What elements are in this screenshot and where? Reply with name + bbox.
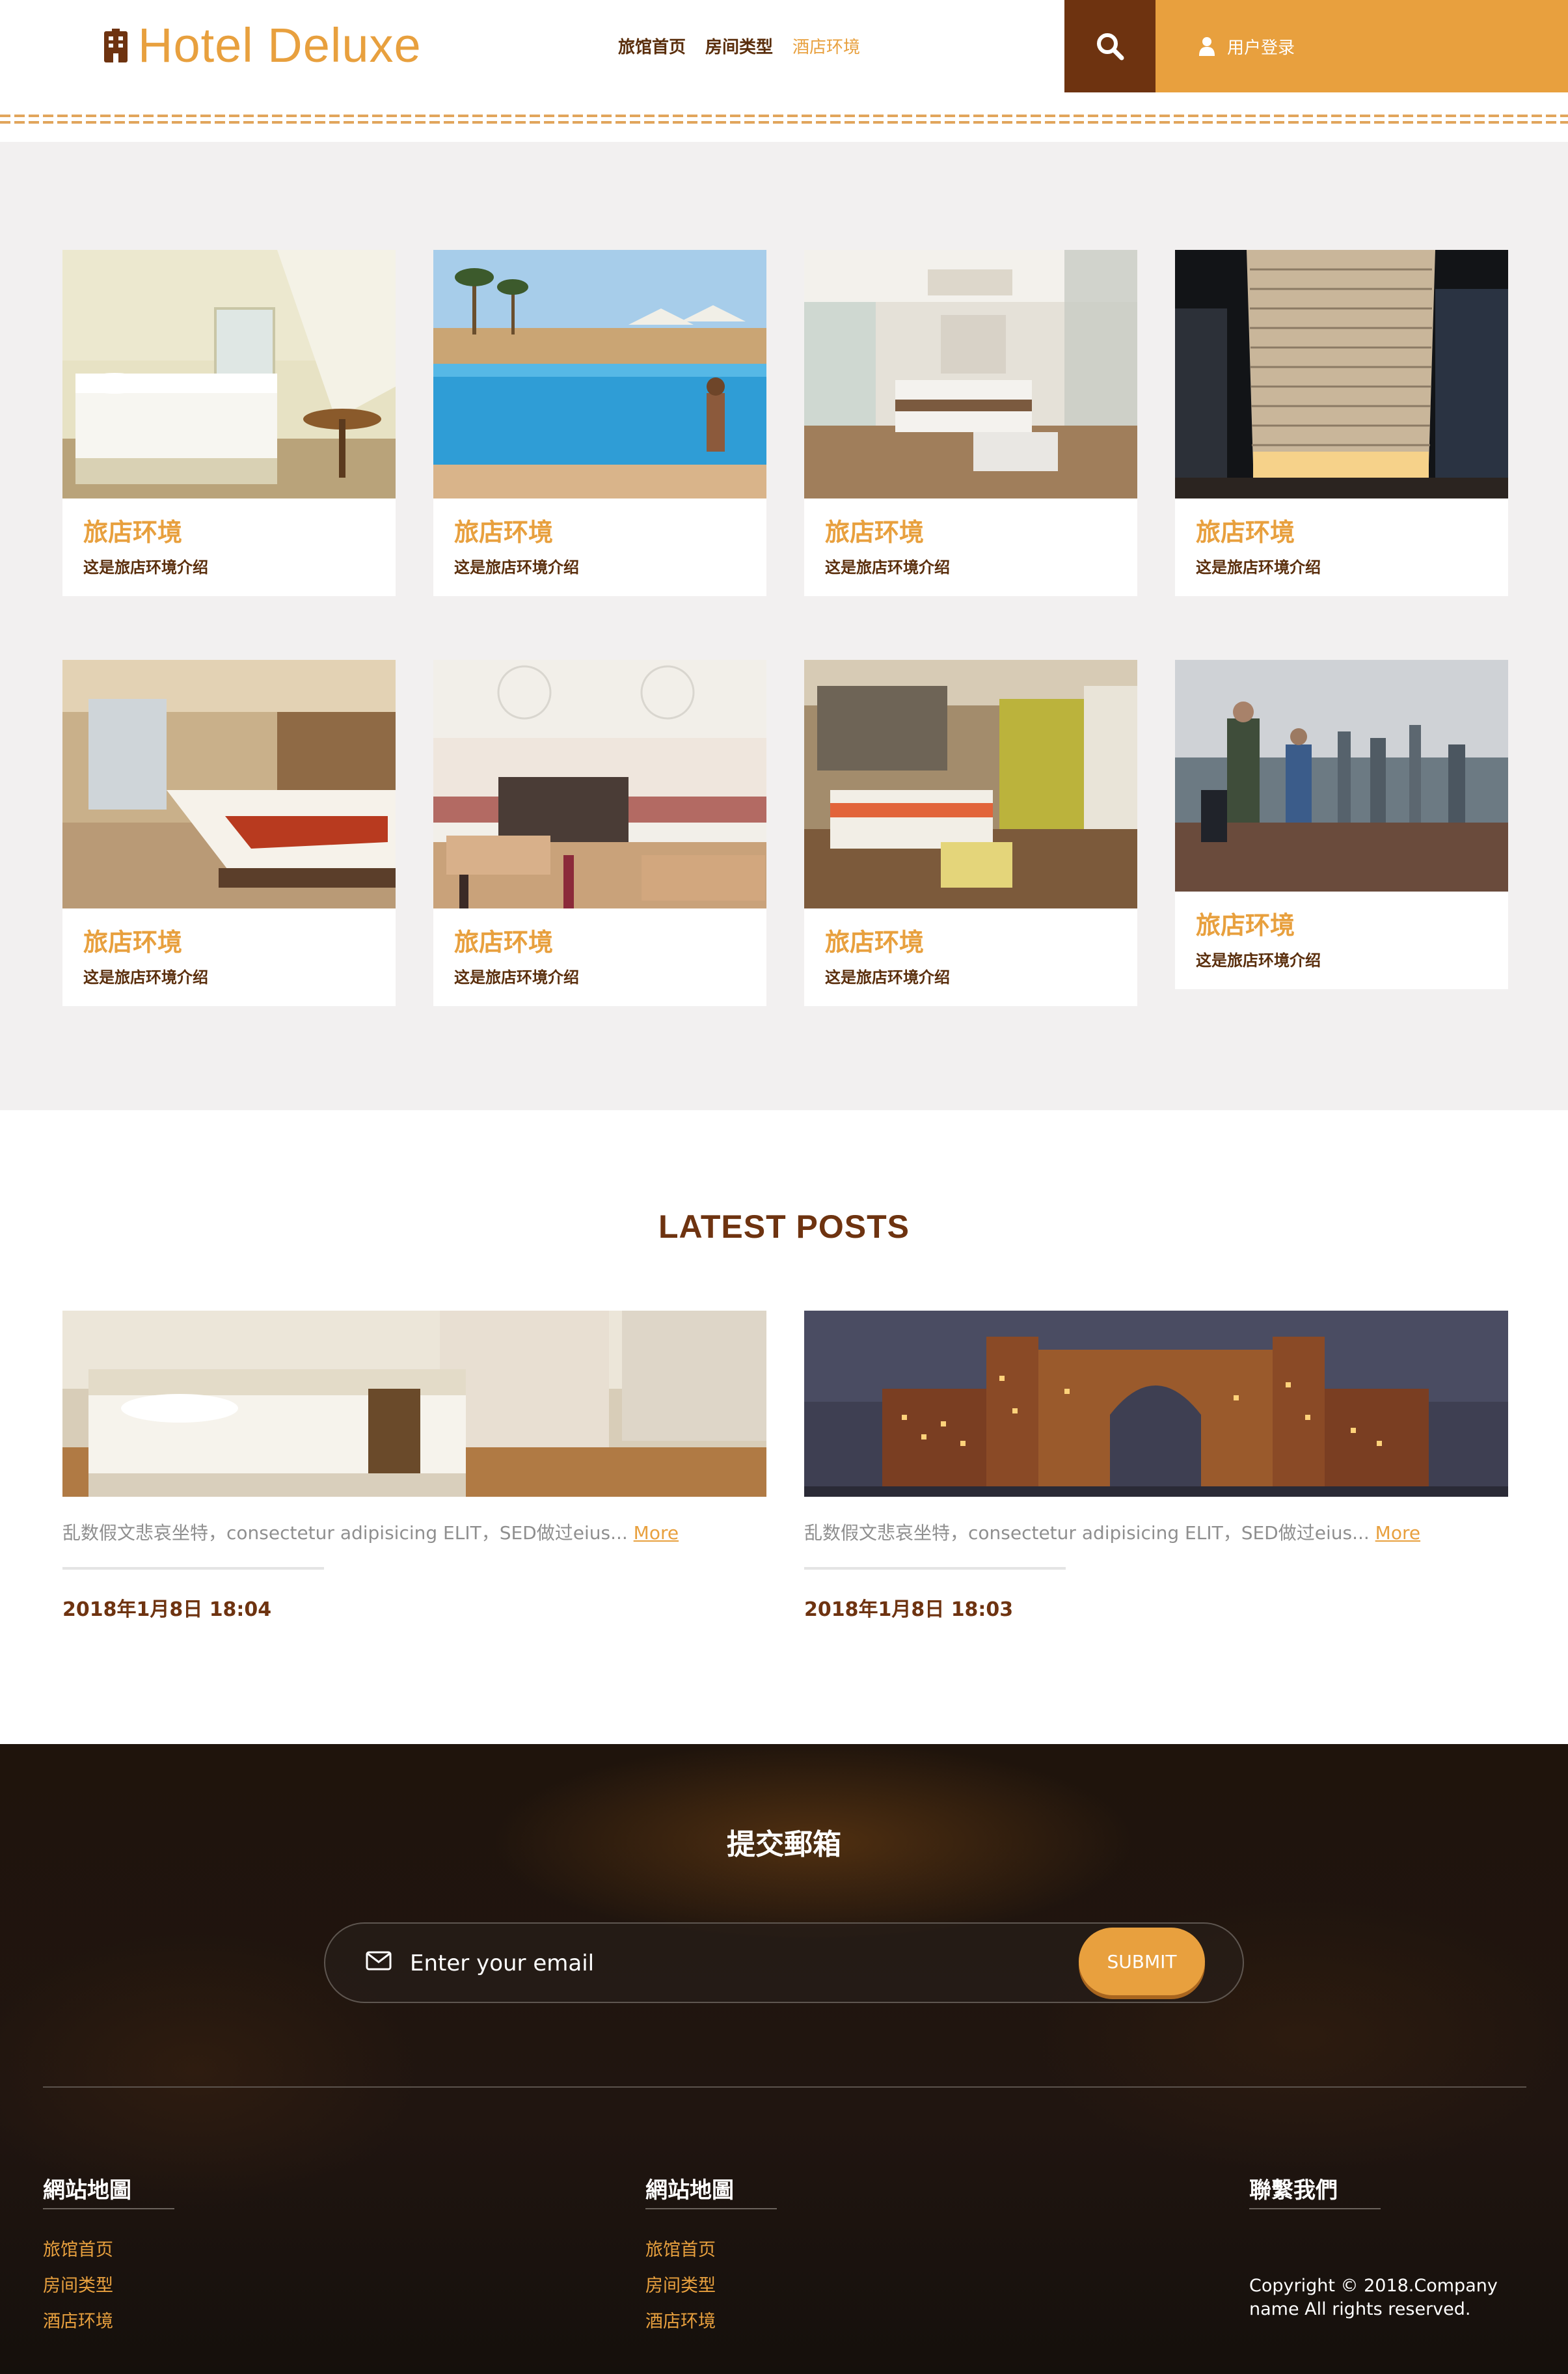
card-subtitle: 这是旅店环境介绍 — [825, 558, 950, 577]
modern-room-photo — [804, 660, 1137, 908]
pool-photo — [433, 250, 766, 498]
logo-text: Hotel Deluxe — [138, 18, 422, 72]
card-title: 旅店环境 — [1196, 518, 1295, 547]
search-button[interactable] — [1064, 0, 1156, 92]
post-date: 2018年1月8日 18:04 — [62, 1598, 272, 1621]
login-label: 用户登录 — [1227, 38, 1295, 58]
gallery-card[interactable]: 旅店环境 这是旅店环境介绍 — [433, 660, 766, 1006]
gallery-card[interactable]: 旅店环境 这是旅店环境介绍 — [1175, 660, 1508, 989]
restaurant-photo — [433, 660, 766, 908]
login-button[interactable]: 用户登录 — [1156, 0, 1568, 92]
gallery-card[interactable]: 旅店环境 这是旅店环境介绍 — [433, 250, 766, 596]
subscribe-title: 提交郵箱 — [727, 1828, 841, 1861]
footer-link-room-types[interactable]: 房间类型 — [43, 2271, 174, 2297]
post-excerpt: 乱数假文悲哀坐特，consectetur adipisicing ELIT，SE… — [804, 1519, 1508, 1545]
footer-heading: 聯繫我們 — [1249, 2177, 1338, 2203]
email-input[interactable] — [410, 1942, 995, 1985]
footer-link-home[interactable]: 旅馆首页 — [43, 2235, 174, 2261]
gallery-card[interactable]: 旅店环境 这是旅店环境介绍 — [804, 660, 1137, 1006]
more-link[interactable]: More — [634, 1522, 679, 1544]
post-image[interactable] — [62, 1311, 766, 1497]
card-subtitle: 这是旅店环境介绍 — [1196, 558, 1321, 577]
card-subtitle: 这是旅店环境介绍 — [825, 968, 950, 987]
suite-photo — [804, 250, 1137, 498]
subscribe-form: SUBMIT — [324, 1922, 1244, 2003]
mail-icon — [366, 1951, 392, 1971]
footer-link-environment[interactable]: 酒店环境 — [645, 2307, 777, 2332]
footer-heading: 網站地圖 — [43, 2177, 131, 2203]
footer-link-home[interactable]: 旅馆首页 — [645, 2235, 777, 2261]
footer-column-contact: 聯繫我們 Copyright © 2018.Company name All r… — [1249, 2172, 1498, 2322]
bedroom-photo — [62, 660, 396, 908]
footer-column-sitemap-1: 網站地圖 旅馆首页 房间类型 酒店环境 — [43, 2172, 174, 2343]
user-icon — [1199, 37, 1215, 56]
post-divider — [804, 1567, 1066, 1570]
nav-home[interactable]: 旅馆首页 — [618, 34, 686, 58]
gallery-card[interactable]: 旅店环境 这是旅店环境介绍 — [62, 250, 396, 596]
footer-heading: 網站地圖 — [645, 2177, 734, 2203]
footer-column-sitemap-2: 網站地圖 旅馆首页 房间类型 酒店环境 — [645, 2172, 777, 2343]
card-title: 旅店环境 — [83, 928, 183, 957]
post-excerpt-text: 乱数假文悲哀坐特，consectetur adipisicing ELIT，SE… — [62, 1522, 634, 1544]
more-link[interactable]: More — [1375, 1522, 1420, 1544]
card-subtitle: 这是旅店环境介绍 — [83, 558, 208, 577]
card-subtitle: 这是旅店环境介绍 — [83, 968, 208, 987]
room-photo — [62, 250, 396, 498]
gallery-card[interactable]: 旅店环境 这是旅店环境介绍 — [804, 250, 1137, 596]
card-title: 旅店环境 — [1196, 911, 1295, 940]
latest-posts-title: LATEST POSTS — [658, 1208, 910, 1245]
site-header: Hotel Deluxe 旅馆首页 房间类型 酒店环境 用户登录 — [0, 0, 1568, 92]
card-title: 旅店环境 — [83, 518, 183, 547]
site-footer: 提交郵箱 SUBMIT 網站地圖 旅馆首页 房间类型 酒店环境 網站地圖 旅馆首… — [0, 1744, 1568, 2374]
post-item: 乱数假文悲哀坐特，consectetur adipisicing ELIT，SE… — [804, 1311, 1508, 1622]
card-title: 旅店环境 — [454, 518, 554, 547]
card-title: 旅店环境 — [825, 928, 925, 957]
footer-divider — [43, 2086, 1526, 2088]
post-excerpt-text: 乱数假文悲哀坐特，consectetur adipisicing ELIT，SE… — [804, 1522, 1375, 1544]
card-subtitle: 这是旅店环境介绍 — [454, 968, 579, 987]
post-image[interactable] — [804, 1311, 1508, 1497]
card-subtitle: 这是旅店环境介绍 — [1196, 951, 1321, 970]
copyright-text: Copyright © 2018.Company name All rights… — [1249, 2276, 1498, 2320]
post-excerpt: 乱数假文悲哀坐特，consectetur adipisicing ELIT，SE… — [62, 1519, 766, 1545]
post-item: 乱数假文悲哀坐特，consectetur adipisicing ELIT，SE… — [62, 1311, 766, 1622]
nav-room-types[interactable]: 房间类型 — [705, 34, 773, 58]
logo[interactable]: Hotel Deluxe — [103, 20, 422, 72]
hotel-logo-icon — [104, 29, 128, 62]
card-title: 旅店环境 — [454, 928, 554, 957]
building-photo — [1175, 250, 1508, 498]
nav-hotel-environment[interactable]: 酒店环境 — [792, 34, 860, 58]
search-icon — [1097, 33, 1124, 61]
main-nav: 旅馆首页 房间类型 酒店环境 — [618, 34, 880, 58]
gallery-card[interactable]: 旅店环境 这是旅店环境介绍 — [1175, 250, 1508, 596]
environment-gallery: 旅店环境 这是旅店环境介绍 旅店环境 这是旅店环境介绍 旅店环境 这是旅店环境介… — [0, 142, 1568, 1110]
card-title: 旅店环境 — [825, 518, 925, 547]
gallery-card[interactable]: 旅店环境 这是旅店环境介绍 — [62, 660, 396, 1006]
footer-link-environment[interactable]: 酒店环境 — [43, 2307, 174, 2332]
post-date: 2018年1月8日 18:03 — [804, 1598, 1014, 1621]
card-subtitle: 这是旅店环境介绍 — [454, 558, 579, 577]
footer-link-room-types[interactable]: 房间类型 — [645, 2271, 777, 2297]
post-divider — [62, 1567, 324, 1570]
skyline-photo — [1175, 660, 1508, 892]
submit-button[interactable]: SUBMIT — [1079, 1928, 1205, 1995]
header-divider — [0, 112, 1568, 128]
